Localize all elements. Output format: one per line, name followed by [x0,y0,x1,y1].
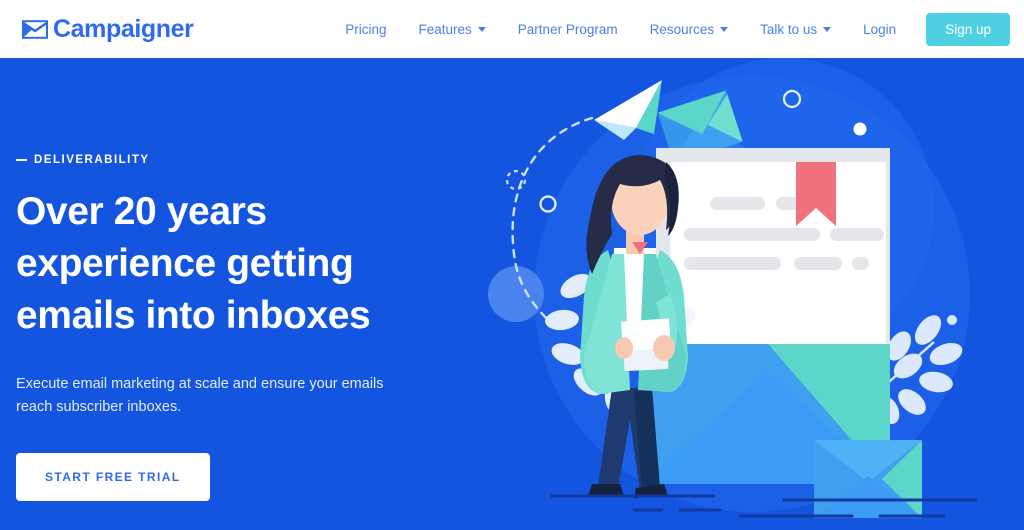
chevron-down-icon [823,26,832,32]
nav-label: Login [863,21,897,37]
dash-icon [16,159,27,161]
site-header: Campaigner Pricing Features Partner Prog… [0,0,1024,58]
hero-section: DELIVERABILITY Over 20 years experience … [0,58,1024,530]
nav-item-login[interactable]: Login [847,22,912,37]
dot-decoration [853,122,867,136]
nav-label: Pricing [345,21,387,37]
main-navigation: Pricing Features Partner Program Resourc… [329,12,1010,46]
logo[interactable]: Campaigner [22,14,194,43]
nav-label: Resources [649,21,715,37]
page-title: Over 20 years experience getting emails … [16,190,371,337]
hero-eyebrow: DELIVERABILITY [16,154,446,166]
hero-subtitle: Execute email marketing at scale and ens… [16,375,384,416]
hero-eyebrow-label: DELIVERABILITY [34,154,150,166]
decorative-circle-left [488,266,544,322]
nav-item-pricing[interactable]: Pricing [329,22,402,37]
start-free-trial-button[interactable]: START FREE TRIAL [16,452,210,501]
chevron-down-icon [720,26,729,32]
letter-page [670,162,886,344]
nav-label: Talk to us [760,21,818,37]
dashed-loop-circle [505,169,527,191]
nav-item-features[interactable]: Features [403,22,502,37]
chevron-down-icon [477,26,486,32]
envelope-logo-icon [22,19,48,39]
paper-plane-icon [594,80,662,140]
nav-item-talk-to-us[interactable]: Talk to us [744,22,847,37]
hero-copy: DELIVERABILITY Over 20 years experience … [16,154,446,501]
nav-label: Partner Program [517,21,618,37]
logo-text: Campaigner [53,14,194,43]
ring-outline-small [539,195,557,213]
nav-item-partner-program[interactable]: Partner Program [502,22,634,37]
nav-item-resources[interactable]: Resources [634,22,745,37]
landing-page: Campaigner Pricing Features Partner Prog… [0,0,1024,530]
nav-label: Features [418,21,472,37]
email-deliverability-illustration [488,58,978,518]
small-envelope-icon [814,440,922,518]
signup-button[interactable]: Sign up [926,12,1010,46]
